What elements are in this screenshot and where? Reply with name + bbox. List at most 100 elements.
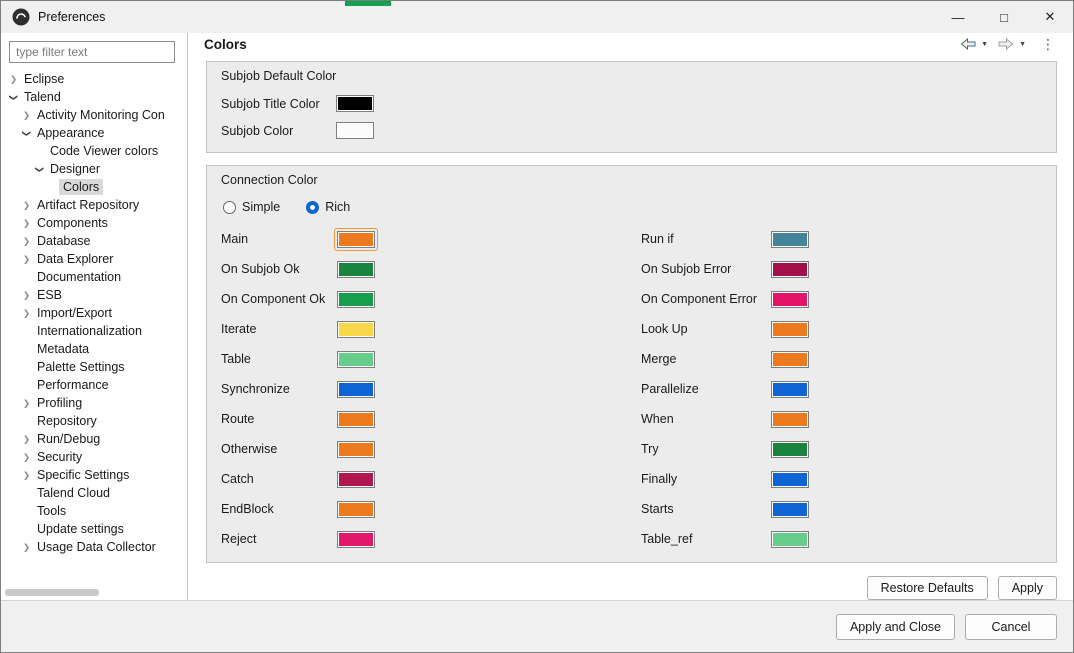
swatch (337, 410, 375, 428)
tree-item-documentation[interactable]: Documentation (1, 268, 187, 286)
tree-item-usage-data-collector[interactable]: ❯ Usage Data Collector (1, 538, 187, 556)
tree-item-artifact-repository[interactable]: ❯ Artifact Repository (1, 196, 187, 214)
apply-button[interactable]: Apply (997, 576, 1057, 600)
radio-simple[interactable]: Simple (223, 200, 280, 214)
tree-item-internationalization[interactable]: Internationalization (1, 322, 187, 340)
color-label: On Subjob Error (641, 262, 732, 276)
tree-item-label: Metadata (37, 342, 90, 356)
color-swatch-iterate[interactable] (334, 318, 378, 341)
chevron-collapsed-icon[interactable]: ❯ (20, 308, 33, 319)
color-swatch-table[interactable] (334, 348, 378, 371)
horizontal-scrollbar-thumb[interactable] (5, 589, 99, 596)
chevron-collapsed-icon[interactable]: ❯ (20, 434, 33, 445)
filter-input[interactable] (9, 41, 175, 63)
color-swatch-catch[interactable] (334, 468, 378, 491)
radio-unselected-icon[interactable] (223, 200, 236, 214)
tree-item-activity-monitoring-con[interactable]: ❯ Activity Monitoring Con (1, 106, 187, 124)
chevron-expanded-icon[interactable]: ❯ (21, 127, 32, 140)
color-swatch-run-if[interactable] (768, 228, 812, 251)
cancel-button[interactable]: Cancel (965, 613, 1057, 640)
chevron-collapsed-icon[interactable]: ❯ (20, 290, 33, 301)
color-swatch-merge[interactable] (768, 348, 812, 371)
back-history-dropdown-icon[interactable]: ▼ (979, 38, 990, 51)
chevron-collapsed-icon[interactable]: ❯ (20, 398, 33, 409)
color-swatch-table-ref[interactable] (768, 528, 812, 551)
tree-item-specific-settings[interactable]: ❯ Specific Settings (1, 466, 187, 484)
chevron-collapsed-icon[interactable]: ❯ (20, 110, 33, 121)
tree-item-metadata[interactable]: Metadata (1, 340, 187, 358)
color-swatch-synchronize[interactable] (334, 378, 378, 401)
color-swatch-subjob-color[interactable] (333, 119, 377, 142)
tree-item-profiling[interactable]: ❯ Profiling (1, 394, 187, 412)
swatch (337, 440, 375, 458)
chevron-collapsed-icon[interactable]: ❯ (20, 254, 33, 265)
chevron-collapsed-icon[interactable]: ❯ (20, 200, 33, 211)
forward-button[interactable] (996, 35, 1016, 53)
tree-item-designer[interactable]: ❯ Designer (1, 160, 187, 178)
color-row: Table (221, 344, 641, 374)
color-swatch-on-subjob-ok[interactable] (334, 258, 378, 281)
tree-item-repository[interactable]: Repository (1, 412, 187, 430)
color-swatch-when[interactable] (768, 408, 812, 431)
radio-selected-icon[interactable] (306, 200, 320, 214)
tree-item-esb[interactable]: ❯ ESB (1, 286, 187, 304)
tree-item-appearance[interactable]: ❯ Appearance (1, 124, 187, 142)
color-swatch-starts[interactable] (768, 498, 812, 521)
apply-and-close-button[interactable]: Apply and Close (835, 613, 955, 640)
tree-item-talend[interactable]: ❯ Talend (1, 88, 187, 106)
color-label: Route (221, 412, 255, 426)
chevron-collapsed-icon[interactable]: ❯ (20, 218, 33, 229)
tree-item-label: Documentation (37, 270, 122, 284)
back-arrow-icon (960, 38, 976, 50)
tree-item-code-viewer-colors[interactable]: Code Viewer colors (1, 142, 187, 160)
color-swatch-main[interactable] (334, 227, 378, 251)
color-row: Parallelize (641, 374, 1042, 404)
view-menu-icon[interactable]: ⋮ (1038, 36, 1057, 53)
chevron-collapsed-icon[interactable]: ❯ (20, 470, 33, 481)
tree-item-palette-settings[interactable]: Palette Settings (1, 358, 187, 376)
color-swatch-try[interactable] (768, 438, 812, 461)
color-swatch-on-subjob-error[interactable] (768, 258, 812, 281)
color-swatch-look-up[interactable] (768, 318, 812, 341)
forward-history-dropdown-icon[interactable]: ▼ (1017, 38, 1028, 51)
tree-item-tools[interactable]: Tools (1, 502, 187, 520)
tree-item-run-debug[interactable]: ❯ Run/Debug (1, 430, 187, 448)
tree-item-label: Internationalization (37, 324, 142, 338)
tree-item-database[interactable]: ❯ Database (1, 232, 187, 250)
page-header: Colors ▼ ▼ ⋮ (188, 33, 1073, 55)
color-swatch-parallelize[interactable] (768, 378, 812, 401)
tree-item-components[interactable]: ❯ Components (1, 214, 187, 232)
tree-item-eclipse[interactable]: ❯ Eclipse (1, 70, 187, 88)
minimize-icon[interactable]: — (935, 1, 981, 33)
color-swatch-on-component-error[interactable] (768, 288, 812, 311)
titlebar[interactable]: Preferences — □ ✕ (1, 1, 1073, 33)
chevron-expanded-icon[interactable]: ❯ (8, 91, 19, 104)
tree-item-talend-cloud[interactable]: Talend Cloud (1, 484, 187, 502)
chevron-expanded-icon[interactable]: ❯ (34, 163, 45, 176)
tree-item-update-settings[interactable]: Update settings (1, 520, 187, 538)
maximize-icon[interactable]: □ (981, 1, 1027, 33)
tree-item-data-explorer[interactable]: ❯ Data Explorer (1, 250, 187, 268)
restore-defaults-button[interactable]: Restore Defaults (866, 576, 988, 600)
color-swatch-reject[interactable] (334, 528, 378, 551)
color-label: Merge (641, 352, 677, 366)
color-row: On Subjob Ok (221, 254, 641, 284)
tree-item-import-export[interactable]: ❯ Import/Export (1, 304, 187, 322)
back-button[interactable] (958, 35, 978, 53)
tree-item-security[interactable]: ❯ Security (1, 448, 187, 466)
chevron-collapsed-icon[interactable]: ❯ (7, 74, 20, 85)
color-swatch-on-component-ok[interactable] (334, 288, 378, 311)
chevron-collapsed-icon[interactable]: ❯ (20, 542, 33, 553)
subjob-row: Subjob Title Color (221, 90, 1042, 117)
color-swatch-otherwise[interactable] (334, 438, 378, 461)
tree-item-colors[interactable]: Colors (1, 178, 187, 196)
tree-item-performance[interactable]: Performance (1, 376, 187, 394)
chevron-collapsed-icon[interactable]: ❯ (20, 236, 33, 247)
color-swatch-endblock[interactable] (334, 498, 378, 521)
color-swatch-finally[interactable] (768, 468, 812, 491)
color-swatch-route[interactable] (334, 408, 378, 431)
color-swatch-subjob-title-color[interactable] (333, 92, 377, 115)
close-icon[interactable]: ✕ (1027, 1, 1073, 33)
chevron-collapsed-icon[interactable]: ❯ (20, 452, 33, 463)
radio-rich[interactable]: Rich (306, 200, 350, 214)
